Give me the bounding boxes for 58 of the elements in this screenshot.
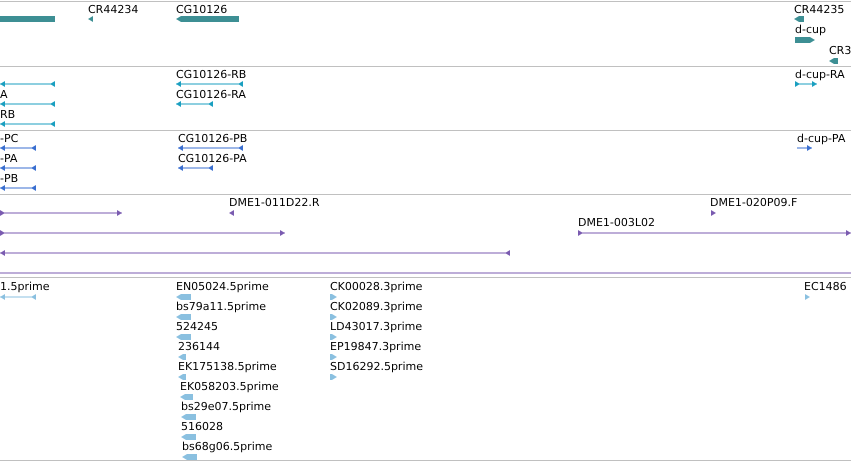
feature-glyph[interactable] — [0, 210, 122, 216]
feature-glyph[interactable] — [0, 121, 55, 127]
feature-label: CG10126 — [176, 3, 228, 16]
feature-glyph[interactable] — [178, 145, 243, 151]
feature-label: CR3 — [829, 44, 851, 57]
feature-label: EK175138.5prime — [178, 360, 277, 373]
feature-glyph[interactable] — [794, 16, 804, 22]
feature-label: SD16292.5prime — [330, 360, 423, 373]
feature-label: 1.5prime — [0, 280, 50, 293]
feature-label: CG10126-PB — [178, 132, 248, 145]
feature-label: bs29e07.5prime — [181, 400, 272, 413]
feature-label: d-cup-PA — [797, 132, 846, 145]
feature-label: CK00028.3prime — [330, 280, 422, 293]
feature-glyph[interactable] — [795, 81, 817, 87]
feature-label: DME1-011D22.R — [229, 196, 320, 209]
feature-label: EK058203.5prime — [180, 380, 279, 393]
feature-label: EP19847.3prime — [330, 340, 422, 353]
feature-glyph[interactable] — [795, 37, 815, 43]
feature-label: -PA — [0, 152, 18, 165]
feature-label: EN05024.5prime — [176, 280, 269, 293]
feature-glyph[interactable] — [0, 185, 36, 191]
feature-label: -PC — [0, 132, 18, 145]
feature-label: d-cup — [795, 23, 826, 36]
feature-glyph[interactable] — [88, 16, 93, 22]
feature-glyph[interactable] — [176, 16, 239, 22]
feature-glyph[interactable] — [178, 165, 213, 171]
feature-label: CR44234 — [88, 3, 138, 16]
feature-label: 516028 — [181, 420, 223, 433]
feature-glyph[interactable] — [0, 145, 36, 151]
feature-glyph[interactable] — [0, 101, 55, 107]
feature-glyph[interactable] — [176, 101, 213, 107]
feature-label: RB — [0, 108, 16, 121]
feature-label: CG10126-RA — [176, 88, 246, 101]
feature-glyph[interactable] — [0, 165, 36, 171]
feature-label: bs79a11.5prime — [176, 300, 266, 313]
feature-label: d-cup-RA — [795, 68, 845, 81]
feature-label: DME1-020P09.F — [710, 196, 798, 209]
feature-label: 236144 — [178, 340, 220, 353]
feature-label: 524245 — [176, 320, 218, 333]
feature-glyph[interactable] — [229, 210, 234, 216]
feature-glyph[interactable] — [578, 230, 851, 236]
feature-glyph[interactable] — [0, 250, 510, 256]
feature-label: CK02089.3prime — [330, 300, 422, 313]
feature-label: DME1-003L02 — [578, 216, 655, 229]
feature-glyph[interactable] — [176, 81, 243, 87]
feature-glyph[interactable] — [829, 58, 838, 64]
feature-label: CG10126-PA — [178, 152, 247, 165]
feature-label: CG10126-RB — [176, 68, 246, 81]
feature-label: LD43017.3prime — [330, 320, 422, 333]
feature-glyph[interactable] — [797, 145, 812, 151]
feature-label: -PB — [0, 172, 18, 185]
feature-glyph[interactable] — [0, 230, 285, 236]
feature-label: EC1486 — [804, 280, 847, 293]
feature-label: CR44235 — [794, 3, 844, 16]
feature-label: bs68g06.5prime — [182, 440, 272, 453]
feature-label: A — [0, 88, 8, 101]
feature-glyph[interactable] — [0, 81, 55, 87]
feature-glyph[interactable] — [711, 210, 716, 216]
